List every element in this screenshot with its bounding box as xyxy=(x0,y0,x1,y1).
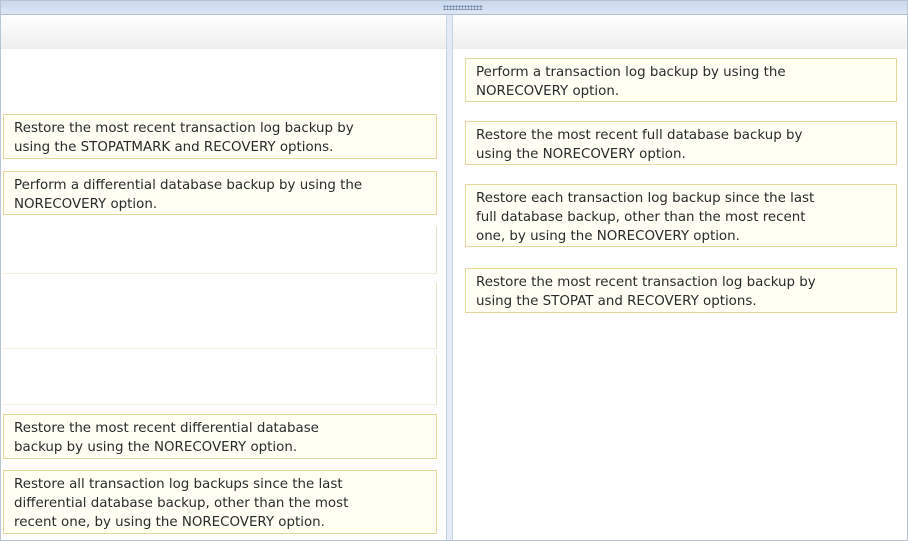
item-text-line: Restore the most recent full database ba… xyxy=(476,128,803,143)
item-text-line: using the NORECOVERY option. xyxy=(476,147,686,162)
left-answer-item[interactable]: Perform a differential database backup b… xyxy=(3,171,437,215)
item-text-line: Restore the most recent transaction log … xyxy=(476,275,816,290)
item-text-line: one, by using the NORECOVERY option. xyxy=(476,229,740,244)
right-answer-item[interactable]: Restore the most recent full database ba… xyxy=(465,121,897,165)
left-empty-slot[interactable] xyxy=(3,355,437,405)
item-text-line: Perform a transaction log backup by usin… xyxy=(476,65,786,80)
item-text-line: differential database backup, other than… xyxy=(14,496,349,511)
item-text-line: NORECOVERY option. xyxy=(14,197,158,212)
item-text-line: Restore the most recent differential dat… xyxy=(14,421,319,436)
item-text-line: using the STOPATMARK and RECOVERY option… xyxy=(14,140,334,155)
item-text-line: Restore all transaction log backups sinc… xyxy=(14,477,343,492)
right-answer-item[interactable]: Restore the most recent transaction log … xyxy=(465,268,897,313)
splitter-grip-icon[interactable] xyxy=(443,5,483,10)
item-text-line: full database backup, other than the mos… xyxy=(476,210,806,225)
drag-drop-window: Restore the most recent transaction log … xyxy=(0,0,908,541)
right-panel-header xyxy=(453,15,907,49)
right-answer-item[interactable]: Restore each transaction log backup sinc… xyxy=(465,184,897,247)
left-answer-item[interactable]: Restore all transaction log backups sinc… xyxy=(3,470,437,534)
left-panel-header xyxy=(1,15,446,49)
panel-splitter[interactable] xyxy=(446,15,453,540)
left-answer-item[interactable]: Restore the most recent transaction log … xyxy=(3,114,437,159)
item-text-line: Restore each transaction log backup sinc… xyxy=(476,191,815,206)
item-text-line: Restore the most recent transaction log … xyxy=(14,121,354,136)
item-text-line: backup by using the NORECOVERY option. xyxy=(14,440,298,455)
right-answer-item[interactable]: Perform a transaction log backup by usin… xyxy=(465,58,897,102)
item-text-line: NORECOVERY option. xyxy=(476,84,620,99)
window-top-bar xyxy=(1,1,907,15)
item-text-line: using the STOPAT and RECOVERY options. xyxy=(476,294,757,309)
left-empty-slot[interactable] xyxy=(3,226,437,274)
item-text-line: Perform a differential database backup b… xyxy=(14,178,363,193)
left-empty-slot[interactable] xyxy=(3,283,437,349)
left-answer-item[interactable]: Restore the most recent differential dat… xyxy=(3,414,437,459)
item-text-line: recent one, by using the NORECOVERY opti… xyxy=(14,515,325,530)
